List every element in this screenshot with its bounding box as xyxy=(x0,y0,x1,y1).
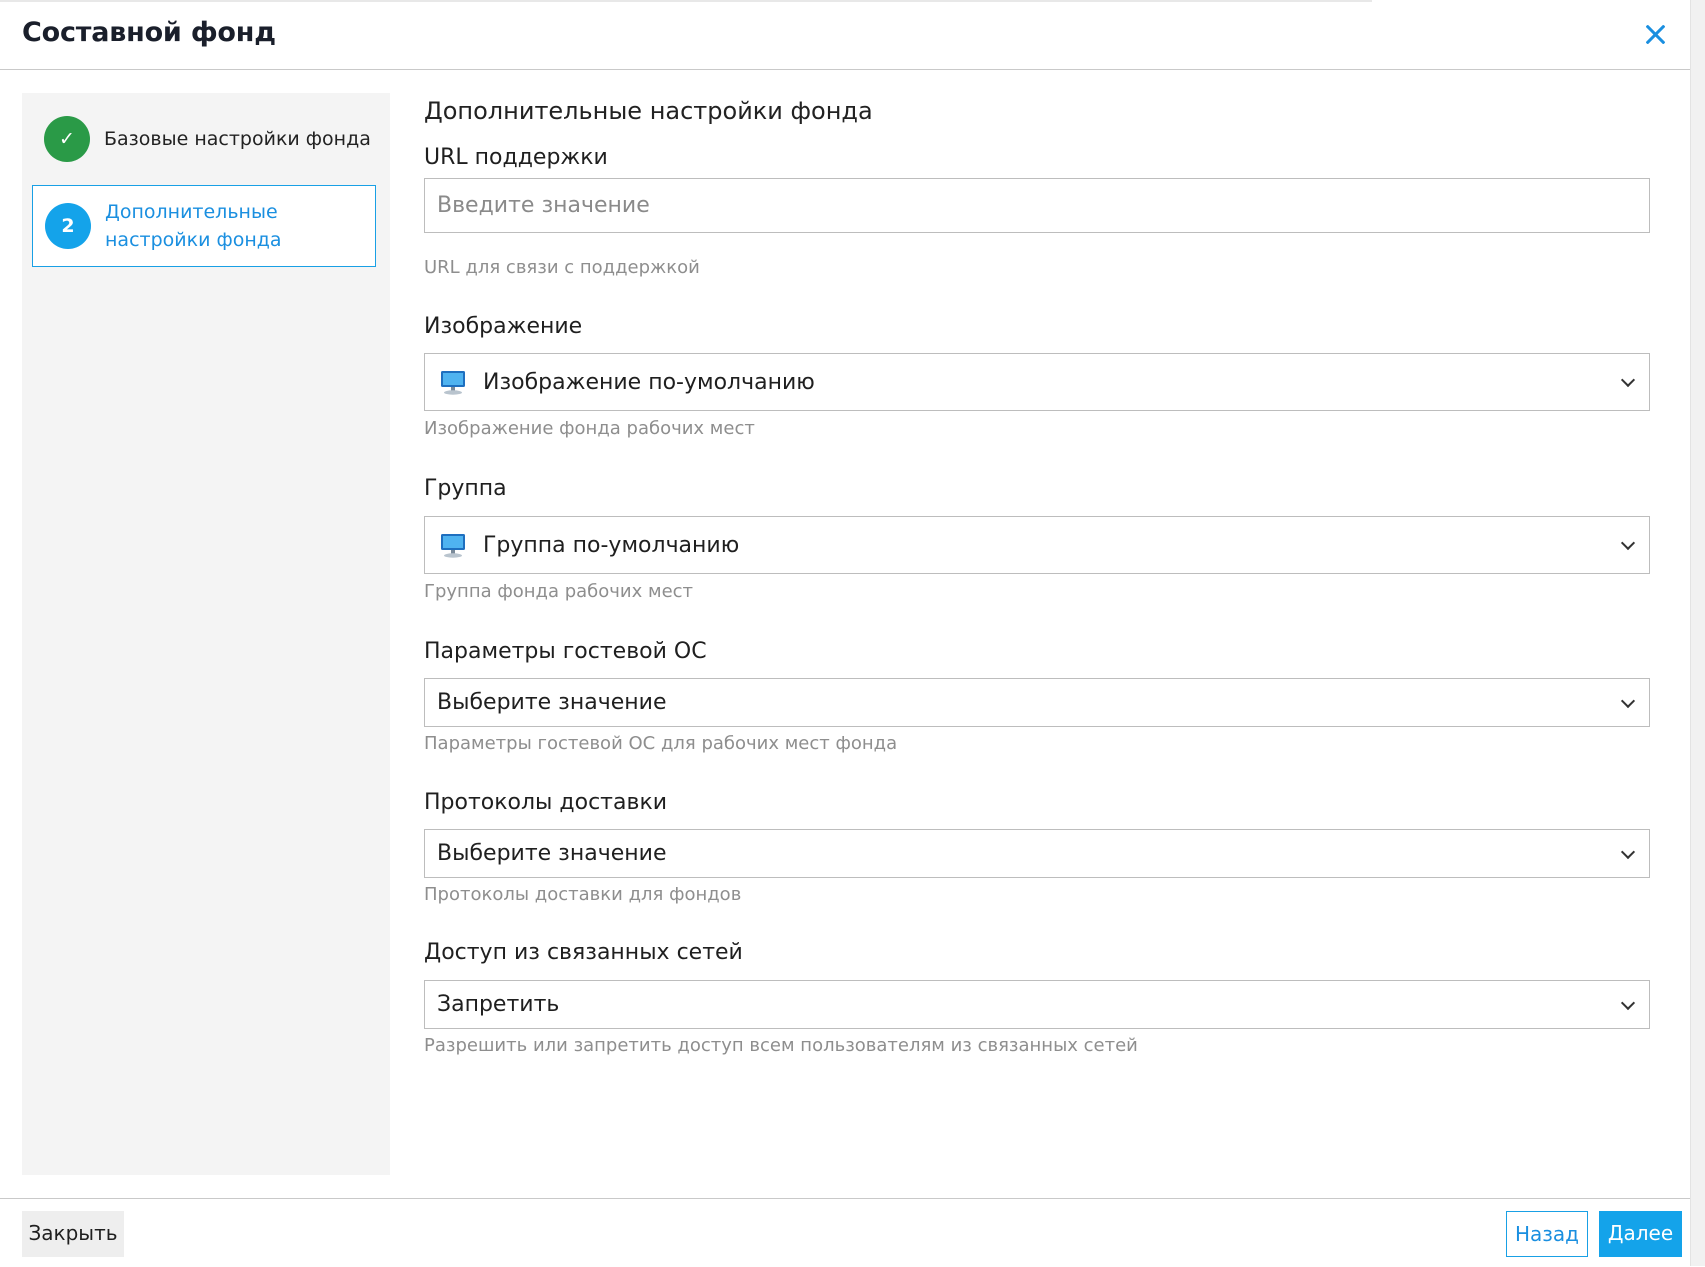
close-icon[interactable] xyxy=(1640,20,1670,50)
chevron-down-icon xyxy=(1620,844,1636,860)
linked-networks-value: Запретить xyxy=(437,992,560,1017)
linked-networks-label: Доступ из связанных сетей xyxy=(424,940,743,965)
group-label: Группа xyxy=(424,476,507,501)
image-value: Изображение по-умолчанию xyxy=(483,370,815,395)
step-label: Дополнительные настройки фонда xyxy=(105,201,282,251)
image-select[interactable]: Изображение по-умолчанию xyxy=(424,353,1650,411)
support-url-label: URL поддержки xyxy=(424,145,608,170)
protocols-select[interactable]: Выберите значение xyxy=(424,829,1650,878)
composite-pool-dialog: Составной фонд ✓ Базовые настройки фонда… xyxy=(0,0,1690,1266)
support-url-input[interactable]: Введите значение xyxy=(424,178,1650,233)
next-button[interactable]: Далее xyxy=(1599,1211,1682,1257)
checkmark-icon: ✓ xyxy=(44,116,90,162)
protocols-label: Протоколы доставки xyxy=(424,790,668,815)
linked-networks-select[interactable]: Запретить xyxy=(424,980,1650,1029)
back-button[interactable]: Назад xyxy=(1506,1211,1588,1257)
protocols-hint: Протоколы доставки для фондов xyxy=(424,884,742,905)
chevron-down-icon xyxy=(1620,535,1636,551)
protocols-value: Выберите значение xyxy=(437,841,667,866)
guest-os-select[interactable]: Выберите значение xyxy=(424,678,1650,727)
chevron-down-icon xyxy=(1620,693,1636,709)
dialog-title: Составной фонд xyxy=(22,17,276,48)
step-label: Базовые настройки фонда xyxy=(104,128,371,150)
section-title: Дополнительные настройки фонда xyxy=(424,97,873,125)
wizard-stepper: ✓ Базовые настройки фонда 2 Дополнительн… xyxy=(22,93,390,1175)
monitor-icon xyxy=(441,534,465,558)
group-value: Группа по-умолчанию xyxy=(483,533,740,558)
image-label: Изображение xyxy=(424,314,583,339)
guest-os-hint: Параметры гостевой ОС для рабочих мест ф… xyxy=(424,733,898,754)
scrollbar[interactable] xyxy=(1690,0,1705,1266)
image-hint: Изображение фонда рабочих мест xyxy=(424,418,755,439)
group-hint: Группа фонда рабочих мест xyxy=(424,581,694,602)
support-url-placeholder: Введите значение xyxy=(437,193,650,218)
chevron-down-icon xyxy=(1620,995,1636,1011)
close-button[interactable]: Закрыть xyxy=(22,1211,124,1257)
step-additional-settings[interactable]: 2 Дополнительные настройки фонда xyxy=(32,185,376,267)
support-url-hint: URL для связи с поддержкой xyxy=(424,257,700,278)
linked-networks-hint: Разрешить или запретить доступ всем поль… xyxy=(424,1035,1138,1056)
group-select[interactable]: Группа по-умолчанию xyxy=(424,516,1650,574)
chevron-down-icon xyxy=(1620,372,1636,388)
guest-os-label: Параметры гостевой ОС xyxy=(424,639,707,664)
monitor-icon xyxy=(441,371,465,395)
dialog-footer: Закрыть Назад Далее xyxy=(0,1198,1690,1267)
dialog-header: Составной фонд xyxy=(0,2,1690,70)
step-number: 2 xyxy=(45,203,91,249)
guest-os-value: Выберите значение xyxy=(437,690,667,715)
step-base-settings[interactable]: ✓ Базовые настройки фонда xyxy=(32,105,376,173)
